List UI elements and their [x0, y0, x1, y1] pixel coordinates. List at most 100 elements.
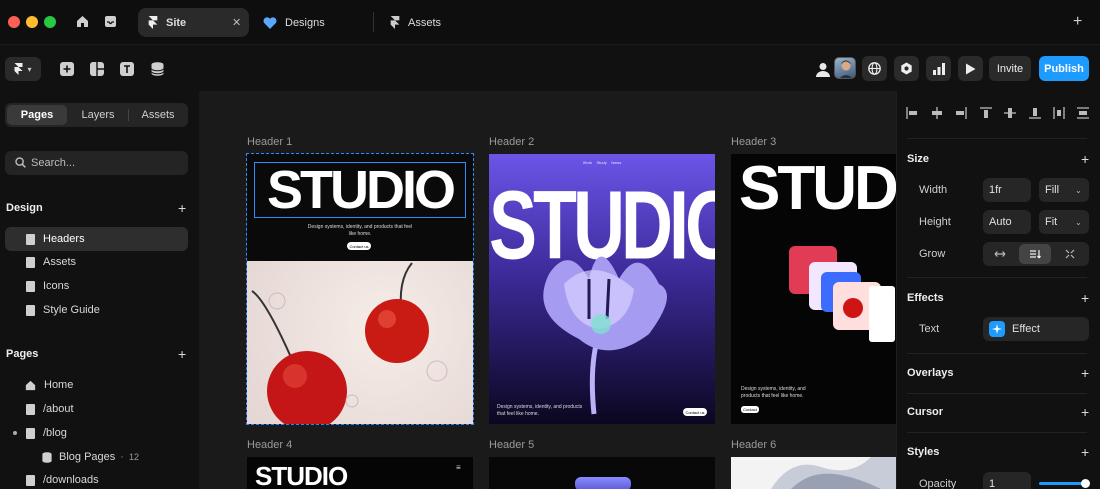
- close-tab-icon[interactable]: ✕: [232, 16, 241, 29]
- align-center-h-icon[interactable]: [931, 107, 943, 119]
- add-page-plus-icon[interactable]: +: [178, 347, 186, 361]
- design-item-assets[interactable]: Assets: [5, 250, 188, 274]
- align-left-icon[interactable]: [906, 107, 918, 119]
- frame-label[interactable]: Header 3: [731, 136, 776, 148]
- zoom-window-button[interactable]: [44, 16, 56, 28]
- user-icon[interactable]: [816, 62, 830, 77]
- menu-icon[interactable]: ≡: [456, 463, 461, 472]
- opacity-slider[interactable]: [1039, 479, 1090, 488]
- avatar[interactable]: [834, 57, 856, 79]
- frame-title: STUDIO: [739, 158, 896, 214]
- frame-header-6[interactable]: [731, 457, 896, 489]
- opacity-slider-handle[interactable]: [1081, 479, 1090, 488]
- frame-header-5[interactable]: [489, 457, 715, 489]
- page-item-blog-pages[interactable]: Blog Pages · 12: [5, 445, 188, 469]
- publish-button[interactable]: Publish: [1039, 56, 1089, 81]
- globe-button[interactable]: [862, 56, 887, 81]
- grow-fill-icon[interactable]: [1053, 242, 1087, 266]
- tab-divider: [373, 12, 374, 32]
- align-bottom-icon[interactable]: [1029, 107, 1041, 119]
- overlays-heading: Overlays: [907, 367, 954, 379]
- frame-nav: Work Study News: [489, 160, 715, 165]
- frame-header-3[interactable]: STUDIO Design systems, identity, and pro…: [731, 154, 896, 424]
- tab-assets-panel[interactable]: Assets: [129, 105, 187, 125]
- frame-label[interactable]: Header 5: [489, 439, 534, 451]
- effect-field[interactable]: Effect: [983, 317, 1089, 341]
- frame-cta-button[interactable]: Contact us: [683, 408, 707, 416]
- preview-button[interactable]: [958, 56, 983, 81]
- play-icon: [965, 63, 976, 75]
- frame-cta-button[interactable]: Contact us: [347, 242, 371, 250]
- frame-label[interactable]: Header 6: [731, 439, 776, 451]
- analytics-button[interactable]: [926, 56, 951, 81]
- tab-site-label: Site: [166, 16, 187, 29]
- frame-nav-item[interactable]: News: [611, 160, 621, 165]
- chevron-down-icon: ⌄: [1075, 217, 1082, 227]
- design-heading: Design: [6, 202, 43, 214]
- tab-designs[interactable]: Designs: [255, 8, 365, 37]
- tab-pages[interactable]: Pages: [7, 105, 67, 125]
- invite-button[interactable]: Invite: [989, 56, 1031, 81]
- minimize-window-button[interactable]: [26, 16, 38, 28]
- tab-assets[interactable]: Assets: [380, 8, 490, 37]
- inbox-icon[interactable]: [104, 15, 117, 31]
- add-style-plus-icon[interactable]: +: [1081, 445, 1089, 459]
- design-item-style-guide[interactable]: Style Guide: [5, 298, 188, 322]
- close-window-button[interactable]: [8, 16, 20, 28]
- text-tool-button[interactable]: [115, 57, 139, 81]
- page-item-about[interactable]: /about: [5, 397, 188, 421]
- design-item-icons[interactable]: Icons: [5, 274, 188, 298]
- opacity-input[interactable]: 1: [983, 472, 1031, 489]
- design-item-headers[interactable]: Headers: [5, 227, 188, 251]
- frame-label[interactable]: Header 4: [247, 439, 292, 451]
- height-input[interactable]: Auto: [983, 210, 1031, 234]
- tab-site[interactable]: Site ✕: [138, 8, 249, 37]
- frame-nav-item[interactable]: Study: [597, 160, 607, 165]
- toolbar: ▾ Invite Publish: [0, 44, 1100, 91]
- search-input[interactable]: Search...: [5, 151, 188, 175]
- page-icon: [26, 280, 35, 292]
- add-effect-plus-icon[interactable]: +: [1081, 291, 1089, 305]
- page-item-downloads[interactable]: /downloads: [5, 468, 188, 489]
- canvas[interactable]: Header 1 Header 2 Header 3 Header 4 Head…: [199, 91, 896, 489]
- expand-dot-icon[interactable]: [13, 431, 17, 435]
- add-design-plus-icon[interactable]: +: [178, 201, 186, 215]
- grow-horizontal-icon[interactable]: [983, 242, 1017, 266]
- align-top-icon[interactable]: [980, 107, 992, 119]
- cms-button[interactable]: [145, 57, 169, 81]
- settings-button[interactable]: [894, 56, 919, 81]
- frame-title: STUDIO: [255, 461, 348, 489]
- page-item-home[interactable]: Home: [5, 373, 188, 397]
- add-cursor-plus-icon[interactable]: +: [1081, 405, 1089, 419]
- tab-layers[interactable]: Layers: [69, 105, 127, 125]
- framer-menu-button[interactable]: ▾: [5, 57, 41, 81]
- width-input[interactable]: 1fr: [983, 178, 1031, 202]
- align-center-v-icon[interactable]: [1004, 107, 1016, 119]
- home-icon[interactable]: [76, 15, 89, 31]
- frame-nav-item[interactable]: Work: [583, 160, 592, 165]
- add-overlay-plus-icon[interactable]: +: [1081, 366, 1089, 380]
- frame-title: STUDIO: [266, 160, 456, 220]
- page-item-blog[interactable]: /blog: [5, 421, 188, 445]
- frame-cta-button[interactable]: Contact: [741, 406, 759, 413]
- frame-label[interactable]: Header 1: [247, 136, 292, 148]
- effect-sparkle-icon: [989, 321, 1005, 337]
- effect-value: Effect: [1012, 323, 1040, 335]
- frame-header-2[interactable]: Work Study News STUDIO Design systems, i…: [489, 154, 715, 424]
- frame-label[interactable]: Header 2: [489, 136, 534, 148]
- layout-button[interactable]: [85, 57, 109, 81]
- add-size-plus-icon[interactable]: +: [1081, 152, 1089, 166]
- selected-title-box[interactable]: STUDIO: [254, 162, 466, 218]
- pages-heading: Pages: [6, 348, 39, 360]
- width-mode-select[interactable]: Fill ⌄: [1039, 178, 1089, 202]
- new-tab-plus-icon[interactable]: +: [1073, 13, 1082, 31]
- distribute-v-icon[interactable]: [1077, 107, 1089, 119]
- height-mode-select[interactable]: Fit ⌄: [1039, 210, 1089, 234]
- insert-button[interactable]: [55, 57, 79, 81]
- grow-vertical-icon[interactable]: [1019, 244, 1051, 264]
- distribute-h-icon[interactable]: [1053, 107, 1065, 119]
- frame-header-1[interactable]: STUDIO Design systems, identity, and pro…: [246, 153, 474, 425]
- align-right-icon[interactable]: [955, 107, 967, 119]
- frame-header-4[interactable]: STUDIO ≡: [247, 457, 473, 489]
- design-item-label: Assets: [43, 256, 77, 268]
